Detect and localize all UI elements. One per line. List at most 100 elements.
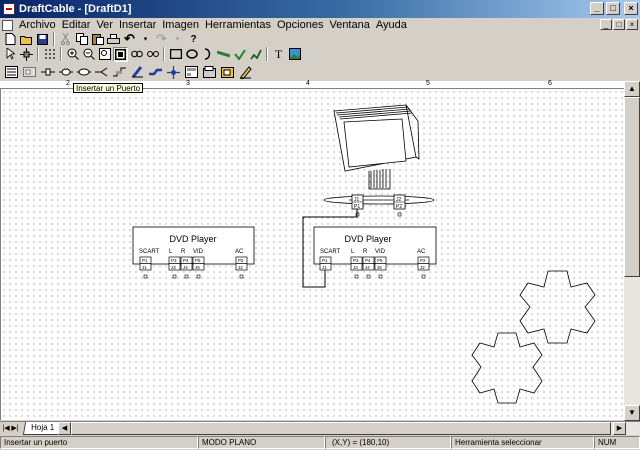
menu-editar[interactable]: Editar bbox=[59, 19, 94, 31]
insert-port-icon[interactable] bbox=[129, 64, 146, 81]
port-ellipse-icon[interactable] bbox=[57, 64, 74, 81]
port-label: P5 bbox=[377, 258, 383, 263]
device-box-icon[interactable] bbox=[21, 64, 38, 81]
grid-icon[interactable] bbox=[42, 47, 57, 62]
select-arrow-icon[interactable] bbox=[3, 47, 18, 62]
menu-insertar[interactable]: Insertar bbox=[116, 19, 159, 31]
status-bar: Insertar un puerto MODO PLANO (X,Y) = (1… bbox=[0, 436, 640, 450]
app-icon[interactable] bbox=[3, 3, 15, 15]
port-label: P3 bbox=[171, 258, 177, 263]
device-list-icon[interactable] bbox=[3, 64, 20, 81]
tooltip: Insertar un Puerto bbox=[73, 83, 144, 93]
copy-icon[interactable] bbox=[74, 32, 89, 47]
port-label: P2 bbox=[420, 258, 426, 263]
menu-opciones[interactable]: Opciones bbox=[274, 19, 326, 31]
port-step-icon[interactable] bbox=[111, 64, 128, 81]
horizontal-scrollbar[interactable]: ◀ ▶ bbox=[58, 422, 640, 435]
sheet-prev-icon[interactable]: ▶| bbox=[11, 423, 19, 434]
open-folder-icon[interactable] bbox=[19, 32, 34, 47]
text-icon[interactable]: T bbox=[271, 47, 286, 62]
menu-archivo[interactable]: Archivo bbox=[16, 19, 59, 31]
zoom-out-icon[interactable] bbox=[81, 47, 96, 62]
scroll-right-icon[interactable]: ▶ bbox=[613, 422, 626, 435]
port-oval-icon[interactable] bbox=[75, 64, 92, 81]
port-group-label: R bbox=[181, 249, 186, 255]
monitor-symbol[interactable] bbox=[323, 104, 435, 205]
image-icon[interactable] bbox=[287, 47, 302, 62]
minimize-button[interactable]: _ bbox=[590, 2, 604, 15]
folder-chart-icon[interactable] bbox=[219, 64, 236, 81]
status-mode: MODO PLANO bbox=[198, 436, 325, 449]
vertical-scrollbar[interactable]: ▲ ▼ bbox=[624, 81, 640, 421]
sheet-bar: |◀ ▶| Hoja 1 ◀ ▶ bbox=[0, 421, 640, 435]
horizontal-scroll-thumb[interactable] bbox=[71, 422, 611, 435]
link-icon[interactable] bbox=[129, 47, 144, 62]
menu-ayuda[interactable]: Ayuda bbox=[373, 19, 410, 31]
redo-icon[interactable]: ↷ bbox=[154, 31, 169, 47]
drawing-canvas[interactable]: J1 P1 J2 P2 DVD Player SCART L R VID AC bbox=[0, 89, 624, 420]
zoom-window-icon[interactable] bbox=[97, 47, 112, 62]
ellipse-icon[interactable] bbox=[184, 47, 199, 62]
rectangle-icon[interactable] bbox=[168, 47, 183, 62]
cable-green-icon[interactable] bbox=[216, 47, 231, 62]
toolbar-separator bbox=[266, 47, 268, 61]
save-icon[interactable] bbox=[35, 32, 50, 47]
sheet-tab-hoja-1[interactable]: Hoja 1 bbox=[22, 422, 63, 435]
scroll-up-icon[interactable]: ▲ bbox=[624, 81, 640, 97]
port-group-label: SCART bbox=[139, 249, 160, 255]
menu-imagen[interactable]: Imagen bbox=[159, 19, 202, 31]
undo-dropdown-icon[interactable]: ▾ bbox=[138, 32, 153, 47]
scroll-down-icon[interactable]: ▼ bbox=[624, 405, 640, 421]
title-bar[interactable]: DraftCable - [DraftD1] _ □ × bbox=[0, 0, 640, 18]
port-label: J2 bbox=[238, 265, 243, 270]
new-file-icon[interactable] bbox=[3, 32, 18, 47]
sheet-first-icon[interactable]: |◀ bbox=[2, 423, 10, 434]
menu-ventana[interactable]: Ventana bbox=[326, 19, 372, 31]
doc-restore-button[interactable]: □ bbox=[613, 19, 625, 30]
menu-bar: Archivo Editar Ver Insertar Imagen Herra… bbox=[0, 18, 640, 32]
port-label: J1 bbox=[322, 265, 327, 270]
unlink-icon[interactable] bbox=[145, 47, 160, 62]
paste-icon[interactable] bbox=[90, 32, 105, 47]
insert-node-icon[interactable] bbox=[165, 64, 182, 81]
device-title: DVD Player bbox=[344, 234, 391, 244]
close-button[interactable]: × bbox=[624, 2, 638, 15]
move-icon[interactable] bbox=[19, 47, 34, 62]
undo-icon[interactable]: ↶ bbox=[122, 31, 137, 47]
port-split-icon[interactable] bbox=[93, 64, 110, 81]
cable-angle-icon[interactable] bbox=[232, 47, 247, 62]
menu-herramientas[interactable]: Herramientas bbox=[202, 19, 274, 31]
menu-ver[interactable]: Ver bbox=[93, 19, 116, 31]
port-label: P5 bbox=[195, 258, 201, 263]
port-label: P1 bbox=[322, 258, 328, 263]
port-label: J4 bbox=[183, 265, 188, 270]
edit-pencil-icon[interactable] bbox=[237, 64, 254, 81]
connector-icon[interactable] bbox=[39, 64, 56, 81]
doc-minimize-button[interactable]: _ bbox=[600, 19, 612, 30]
drawing-toolbar: T bbox=[0, 46, 302, 62]
zoom-fit-icon[interactable] bbox=[113, 46, 128, 62]
help-icon[interactable]: ? bbox=[186, 32, 201, 47]
insert-cable-icon[interactable] bbox=[147, 64, 164, 81]
ruler-label: 3 bbox=[186, 80, 190, 87]
properties-icon[interactable] bbox=[183, 64, 200, 81]
doc-close-button[interactable]: × bbox=[626, 19, 638, 30]
gear-icon bbox=[471, 270, 596, 404]
library-icon[interactable] bbox=[201, 64, 218, 81]
document-icon[interactable] bbox=[2, 19, 13, 31]
port-group-label: VID bbox=[375, 249, 386, 255]
polyline-icon[interactable] bbox=[248, 47, 263, 62]
cut-icon[interactable] bbox=[58, 32, 73, 47]
arc-icon[interactable] bbox=[200, 47, 215, 62]
maximize-button[interactable]: □ bbox=[606, 2, 620, 15]
zoom-in-icon[interactable] bbox=[65, 47, 80, 62]
print-icon[interactable] bbox=[106, 32, 121, 47]
port-group-label: R bbox=[363, 249, 368, 255]
scroll-left-icon[interactable]: ◀ bbox=[58, 422, 71, 435]
port-label: J3 bbox=[171, 265, 176, 270]
vertical-scroll-thumb[interactable] bbox=[624, 97, 640, 277]
port-label: P4 bbox=[365, 258, 371, 263]
redo-dropdown-icon[interactable]: ▾ bbox=[170, 32, 185, 47]
port-label: P4 bbox=[183, 258, 189, 263]
status-hint: Insertar un puerto bbox=[0, 436, 198, 449]
